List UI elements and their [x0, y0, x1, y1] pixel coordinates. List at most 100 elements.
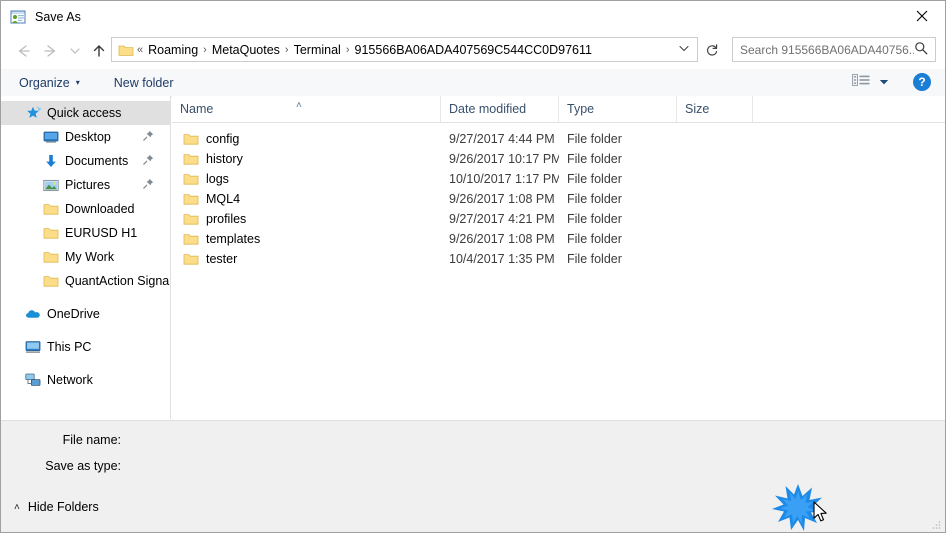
sidebar-item-label: OneDrive	[47, 307, 100, 321]
file-date-modified: 9/27/2017 4:21 PM	[449, 212, 555, 226]
sidebar-item-label: This PC	[47, 340, 92, 354]
folder-icon	[43, 249, 59, 265]
file-date-modified: 9/26/2017 10:17 PM	[449, 152, 559, 166]
recent-locations-chevron-icon[interactable]	[65, 37, 85, 65]
sidebar-item-label: Quick access	[47, 106, 122, 120]
sort-ascending-icon: ˄	[296, 100, 302, 111]
pictures-icon	[43, 177, 59, 193]
hide-folders-label: Hide Folders	[27, 500, 99, 514]
column-header-row: Name ˄ Date modified Type Size	[172, 96, 945, 123]
folder-icon	[43, 273, 59, 289]
file-rows: config 9/27/2017 4:44 PM File folder his…	[172, 123, 945, 269]
breadcrumb-terminal[interactable]: Terminal	[290, 43, 345, 57]
breadcrumb-terminal-id[interactable]: 915566BA06ADA407569C544CC0D97611	[351, 43, 596, 57]
sidebar-item-eurusd-h1[interactable]: EURUSD H1	[1, 221, 170, 245]
chevron-down-icon[interactable]	[679, 44, 697, 55]
breadcrumb-overflow[interactable]: «	[136, 44, 144, 56]
sidebar-item-label: Network	[47, 373, 93, 387]
chevron-up-icon: ˄	[14, 501, 20, 513]
column-header-size[interactable]: Size	[677, 96, 753, 122]
column-header-name[interactable]: Name ˄	[172, 96, 441, 122]
onedrive-cloud-icon	[25, 306, 41, 322]
sidebar-item-quick-access[interactable]: Quick access	[1, 101, 170, 125]
hide-folders-button[interactable]: ˄ Hide Folders	[14, 500, 99, 514]
sidebar-item-desktop[interactable]: Desktop	[1, 125, 170, 149]
file-type: File folder	[567, 152, 622, 166]
table-row[interactable]: MQL4 9/26/2017 1:08 PM File folder	[172, 189, 945, 209]
file-list-pane[interactable]: Name ˄ Date modified Type Size config 9/…	[172, 96, 945, 419]
sidebar-item-label: Pictures	[65, 178, 111, 192]
table-row[interactable]: logs 10/10/2017 1:17 PM File folder	[172, 169, 945, 189]
column-header-type[interactable]: Type	[559, 96, 677, 122]
file-name: logs	[206, 172, 229, 186]
view-options-group[interactable]	[852, 72, 889, 91]
column-header-date-modified[interactable]: Date modified	[441, 96, 559, 122]
search-box[interactable]: Search 915566BA06ADA40756...	[732, 37, 936, 62]
sidebar-item-pictures[interactable]: Pictures	[1, 173, 170, 197]
table-row[interactable]: config 9/27/2017 4:44 PM File folder	[172, 129, 945, 149]
folder-icon	[183, 172, 199, 186]
file-name: config	[206, 132, 240, 146]
file-date-modified: 9/26/2017 1:08 PM	[449, 192, 555, 206]
resize-grip-icon[interactable]	[931, 519, 941, 529]
search-input[interactable]: Search 915566BA06ADA40756...	[740, 43, 914, 57]
sidebar-item-my-work[interactable]: My Work	[1, 245, 170, 269]
help-icon[interactable]: ?	[913, 73, 931, 91]
sidebar-item-downloaded[interactable]: Downloaded	[1, 197, 170, 221]
new-folder-button[interactable]: New folder	[106, 73, 182, 93]
save-form-pane: File name: EURUSD2 Save as type: ASCII T…	[1, 420, 945, 488]
table-row[interactable]: history 9/26/2017 10:17 PM File folder	[172, 149, 945, 169]
pin-icon[interactable]	[143, 178, 154, 192]
folder-icon	[183, 152, 199, 166]
desktop-monitor-icon	[43, 129, 59, 145]
sidebar-item-this-pc[interactable]: This PC	[1, 335, 170, 359]
up-arrow-icon[interactable]	[85, 37, 113, 65]
folder-icon	[183, 132, 199, 146]
folder-icon	[43, 225, 59, 241]
folder-icon	[183, 252, 199, 266]
table-row[interactable]: profiles 9/27/2017 4:21 PM File folder	[172, 209, 945, 229]
organize-button[interactable]: Organize ▾	[11, 73, 88, 93]
save-as-dialog: Save As « Roaming › MetaQuotes › Termina…	[0, 0, 946, 533]
chevron-down-icon: ▾	[75, 78, 80, 87]
address-bar[interactable]: « Roaming › MetaQuotes › Terminal › 9155…	[111, 37, 698, 62]
table-row[interactable]: templates 9/26/2017 1:08 PM File folder	[172, 229, 945, 249]
file-type: File folder	[567, 232, 622, 246]
view-chevron-down-icon[interactable]	[879, 75, 889, 89]
search-icon[interactable]	[914, 41, 928, 58]
column-header-name-label: Name	[180, 102, 214, 116]
forward-arrow-icon[interactable]	[37, 37, 65, 65]
file-name: MQL4	[206, 192, 241, 206]
file-type: File folder	[567, 192, 622, 206]
sidebar-item-label: My Work	[65, 250, 115, 264]
close-icon[interactable]	[899, 1, 945, 31]
view-layout-icon[interactable]	[852, 72, 871, 91]
sidebar-item-network[interactable]: Network	[1, 368, 170, 392]
organize-label: Organize	[19, 75, 70, 90]
breadcrumb-metaquotes[interactable]: MetaQuotes	[208, 43, 284, 57]
refresh-icon[interactable]	[700, 37, 724, 62]
sidebar-item-onedrive[interactable]: OneDrive	[1, 302, 170, 326]
file-date-modified: 10/10/2017 1:17 PM	[449, 172, 559, 186]
window-title: Save As	[35, 9, 81, 24]
column-header-size-label: Size	[685, 102, 710, 116]
navigation-sidebar[interactable]: Quick access Desktop Documents Pictures …	[1, 96, 171, 419]
file-type: File folder	[567, 132, 622, 146]
sidebar-item-label: EURUSD H1	[65, 226, 138, 240]
breadcrumb-roaming[interactable]: Roaming	[144, 43, 202, 57]
file-type: File folder	[567, 172, 622, 186]
column-header-type-label: Type	[567, 102, 595, 116]
folder-icon	[43, 201, 59, 217]
back-arrow-icon[interactable]	[9, 37, 37, 65]
pin-icon[interactable]	[143, 154, 154, 168]
table-row[interactable]: tester 10/4/2017 1:35 PM File folder	[172, 249, 945, 269]
file-name: tester	[206, 252, 238, 266]
file-name-label: File name:	[62, 433, 121, 447]
sidebar-item-quantaction-signal[interactable]: QuantAction Signal	[1, 269, 170, 293]
file-name: profiles	[206, 212, 247, 226]
folder-icon	[183, 212, 199, 226]
file-date-modified: 10/4/2017 1:35 PM	[449, 252, 555, 266]
sidebar-item-documents[interactable]: Documents	[1, 149, 170, 173]
pin-icon[interactable]	[143, 130, 154, 144]
